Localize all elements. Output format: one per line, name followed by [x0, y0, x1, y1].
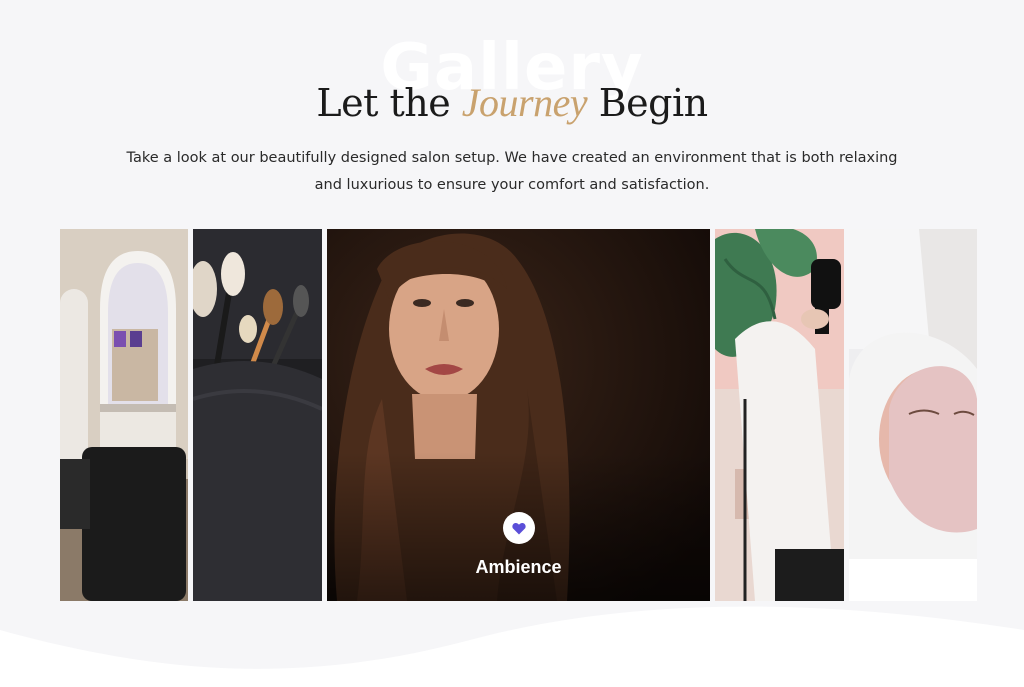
section-title: Let the Journey Begin — [316, 80, 708, 125]
gallery-panel-hair-dryer-styling[interactable] — [715, 229, 844, 601]
title-accent: Journey — [461, 80, 588, 125]
hair-dryer-styling-image — [715, 229, 844, 601]
facial-mask-image — [849, 229, 977, 601]
woman-portrait-image — [327, 229, 710, 601]
gallery-panel-salon-interior[interactable] — [60, 229, 188, 601]
gallery-panel-facial-mask[interactable] — [849, 229, 977, 601]
like-button[interactable] — [503, 512, 535, 544]
gallery-panel-woman-portrait[interactable] — [327, 229, 710, 601]
section-description: Take a look at our beautifully designed … — [126, 150, 898, 193]
panel-caption: Ambience — [475, 557, 562, 577]
makeup-brushes-image — [193, 229, 322, 601]
heart-icon — [512, 522, 526, 534]
salon-interior-image — [60, 229, 188, 601]
gallery-panel-makeup-brushes[interactable] — [193, 229, 322, 601]
